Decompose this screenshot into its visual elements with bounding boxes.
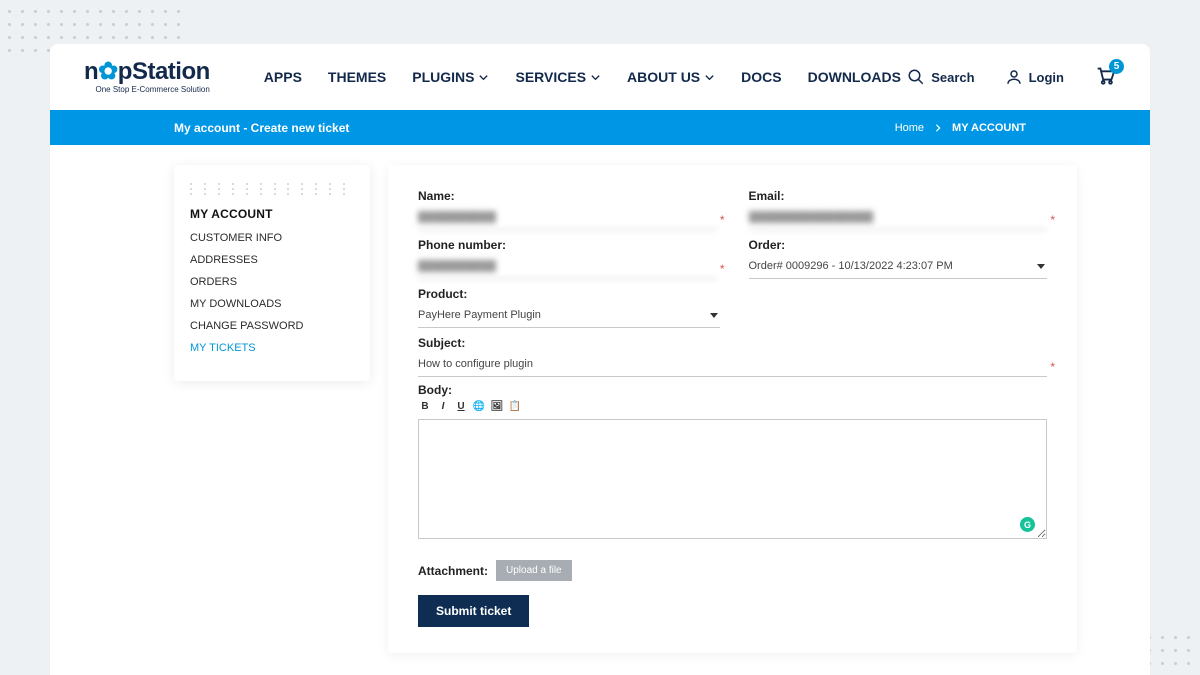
name-label: Name: <box>418 189 717 203</box>
bold-button[interactable]: B <box>418 399 432 413</box>
email-field-group: Email: * <box>749 189 1048 230</box>
order-label: Order: <box>749 238 1048 252</box>
chevron-right-icon <box>934 124 942 132</box>
sidebar-item-customer-info[interactable]: CUSTOMER INFO <box>190 227 354 249</box>
underline-button[interactable]: U <box>454 399 468 413</box>
sidebar-item-tickets[interactable]: MY TICKETS <box>190 337 354 359</box>
sidebar-item-downloads[interactable]: MY DOWNLOADS <box>190 293 354 315</box>
editor-toolbar: B I U 🌐 🖼 📋 <box>418 399 1047 413</box>
nav-plugins[interactable]: PLUGINS <box>412 69 489 85</box>
breadcrumb-bar: My account - Create new ticket Home MY A… <box>50 110 1150 145</box>
chevron-down-icon <box>478 72 489 83</box>
email-input[interactable] <box>749 207 1048 230</box>
attachment-label: Attachment: <box>418 564 488 578</box>
login-button[interactable]: Login <box>1005 68 1064 86</box>
header: n✿pStation One Stop E-Commerce Solution … <box>50 44 1150 110</box>
cart-badge: 5 <box>1109 59 1124 74</box>
link-icon[interactable]: 🌐 <box>472 399 486 413</box>
main-panel: Name: * Email: * Phone number: * Order <box>388 165 1077 653</box>
product-label: Product: <box>418 287 720 301</box>
sidebar-item-password[interactable]: CHANGE PASSWORD <box>190 315 354 337</box>
nav-plugins-label: PLUGINS <box>412 69 474 85</box>
logo[interactable]: n✿pStation One Stop E-Commerce Solution <box>84 60 210 94</box>
phone-field-group: Phone number: * <box>418 238 717 279</box>
attachment-row: Attachment: Upload a file <box>418 560 1047 581</box>
required-icon: * <box>720 213 725 227</box>
email-label: Email: <box>749 189 1048 203</box>
sidebar-title: MY ACCOUNT <box>190 207 354 221</box>
subject-label: Subject: <box>418 336 1047 350</box>
content: MY ACCOUNT CUSTOMER INFO ADDRESSES ORDER… <box>50 145 1150 673</box>
chevron-down-icon <box>704 72 715 83</box>
body-textarea[interactable] <box>418 419 1047 539</box>
logo-icon: ✿ <box>98 58 118 85</box>
search-label: Search <box>931 70 974 85</box>
name-field-group: Name: * <box>418 189 717 230</box>
cart-button[interactable]: 5 <box>1094 64 1116 91</box>
main-nav: APPS THEMES PLUGINS SERVICES ABOUT US DO… <box>264 69 901 85</box>
sidebar-decorative-dots <box>190 183 354 195</box>
required-icon: * <box>1050 213 1055 227</box>
product-select[interactable]: PayHere Payment Plugin <box>418 305 720 328</box>
breadcrumb-home[interactable]: Home <box>895 122 924 134</box>
phone-input[interactable] <box>418 256 717 279</box>
search-icon <box>907 68 925 86</box>
italic-button[interactable]: I <box>436 399 450 413</box>
body-label: Body: <box>418 383 1047 397</box>
user-icon <box>1005 68 1023 86</box>
nav-services-label: SERVICES <box>515 69 586 85</box>
nav-about[interactable]: ABOUT US <box>627 69 715 85</box>
product-field-group: Product: PayHere Payment Plugin <box>418 287 720 328</box>
editor-wrap <box>418 419 1047 544</box>
nav-docs[interactable]: DOCS <box>741 69 781 85</box>
page-title: My account - Create new ticket <box>174 121 349 135</box>
nav-about-label: ABOUT US <box>627 69 700 85</box>
required-icon: * <box>1050 360 1055 374</box>
sidebar: MY ACCOUNT CUSTOMER INFO ADDRESSES ORDER… <box>174 165 370 381</box>
image-icon[interactable]: 🖼 <box>490 399 504 413</box>
page-container: n✿pStation One Stop E-Commerce Solution … <box>50 44 1150 675</box>
order-select[interactable]: Order# 0009296 - 10/13/2022 4:23:07 PM <box>749 256 1048 279</box>
nav-services[interactable]: SERVICES <box>515 69 601 85</box>
breadcrumb-current: MY ACCOUNT <box>952 122 1026 134</box>
submit-button[interactable]: Submit ticket <box>418 595 529 627</box>
subject-field-group: Subject: * <box>418 336 1047 377</box>
login-label: Login <box>1029 70 1064 85</box>
nav-apps[interactable]: APPS <box>264 69 302 85</box>
sidebar-item-addresses[interactable]: ADDRESSES <box>190 249 354 271</box>
order-field-group: Order: Order# 0009296 - 10/13/2022 4:23:… <box>749 238 1048 279</box>
header-actions: Search Login 5 <box>907 64 1116 91</box>
search-button[interactable]: Search <box>907 68 974 86</box>
phone-label: Phone number: <box>418 238 717 252</box>
list-icon[interactable]: 📋 <box>508 399 522 413</box>
logo-text-left: n <box>84 58 98 85</box>
upload-button[interactable]: Upload a file <box>496 560 572 581</box>
required-icon: * <box>720 262 725 276</box>
nav-downloads[interactable]: DOWNLOADS <box>808 69 901 85</box>
nav-themes[interactable]: THEMES <box>328 69 386 85</box>
subject-input[interactable] <box>418 354 1047 377</box>
sidebar-item-orders[interactable]: ORDERS <box>190 271 354 293</box>
breadcrumb: Home MY ACCOUNT <box>895 122 1026 134</box>
logo-text-right: pStation <box>118 58 210 85</box>
grammarly-icon[interactable] <box>1020 517 1035 532</box>
chevron-down-icon <box>590 72 601 83</box>
logo-tagline: One Stop E-Commerce Solution <box>96 86 210 94</box>
name-input[interactable] <box>418 207 717 230</box>
